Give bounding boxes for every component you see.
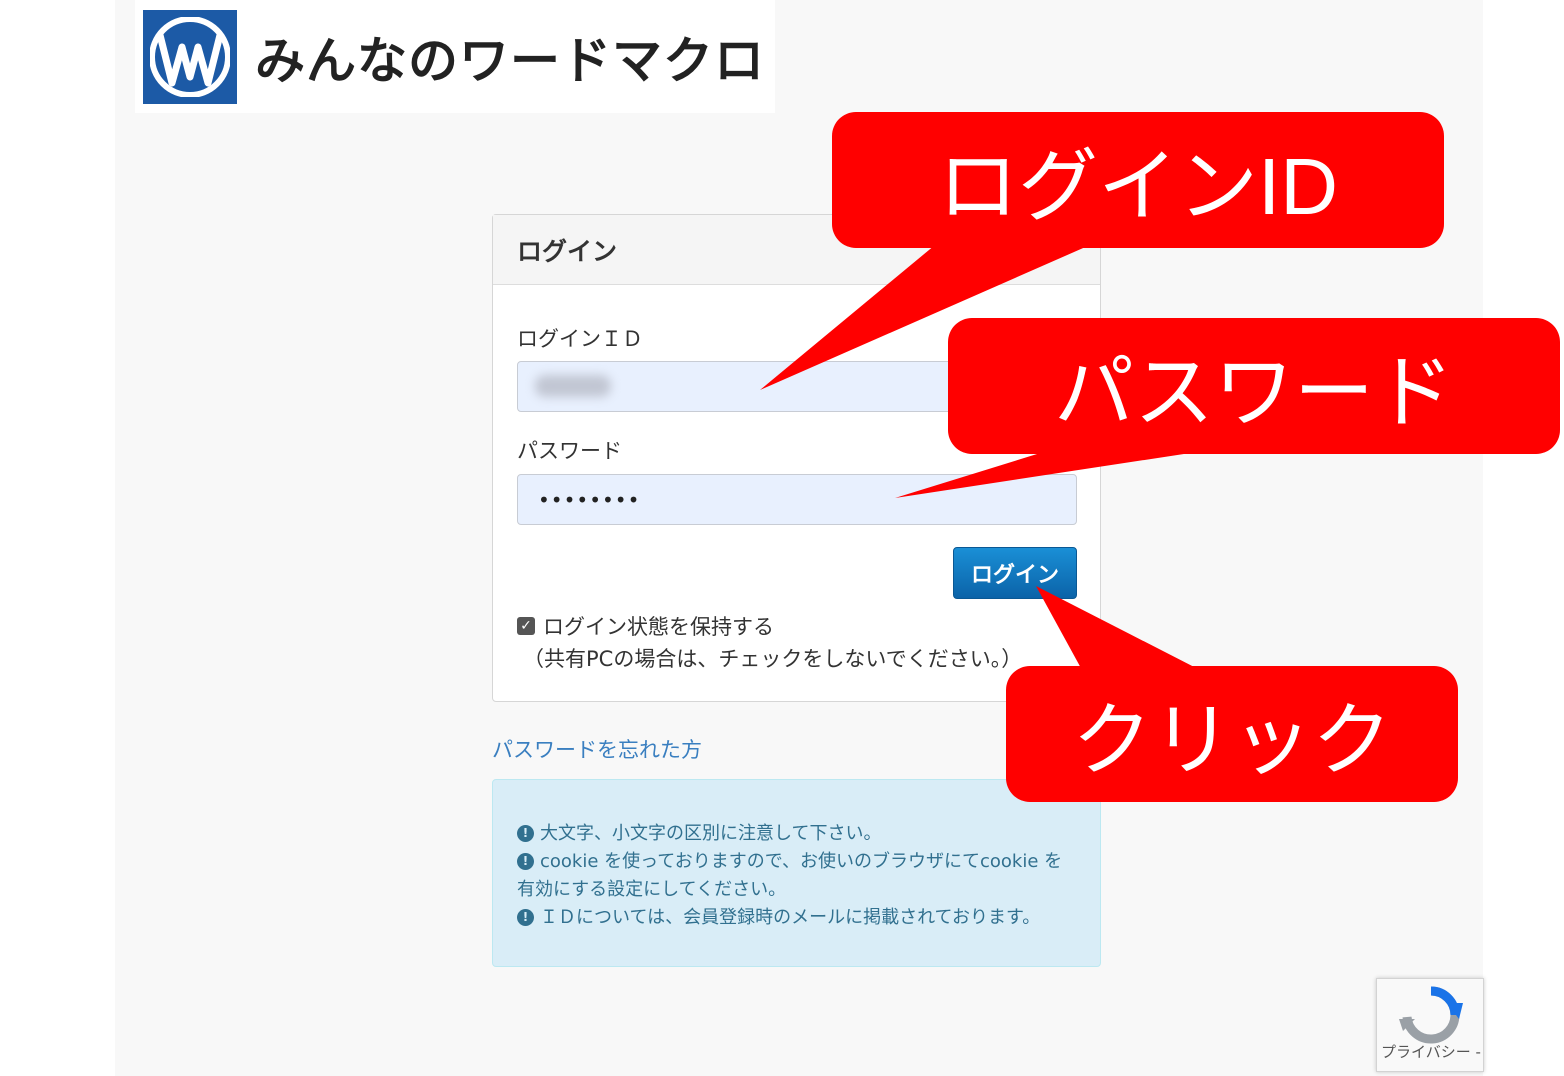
password-pointer <box>895 450 1210 498</box>
recaptcha-badge[interactable]: プライバシー - 利用規約 <box>1376 978 1484 1072</box>
recaptcha-icon <box>1399 986 1463 1044</box>
callout-click: クリック <box>1006 666 1458 802</box>
callout-password: パスワード <box>948 318 1560 454</box>
click-pointer <box>1036 586 1200 670</box>
recaptcha-text: プライバシー - 利用規約 <box>1381 1043 1483 1061</box>
callout-login-id: ログインID <box>832 112 1444 248</box>
